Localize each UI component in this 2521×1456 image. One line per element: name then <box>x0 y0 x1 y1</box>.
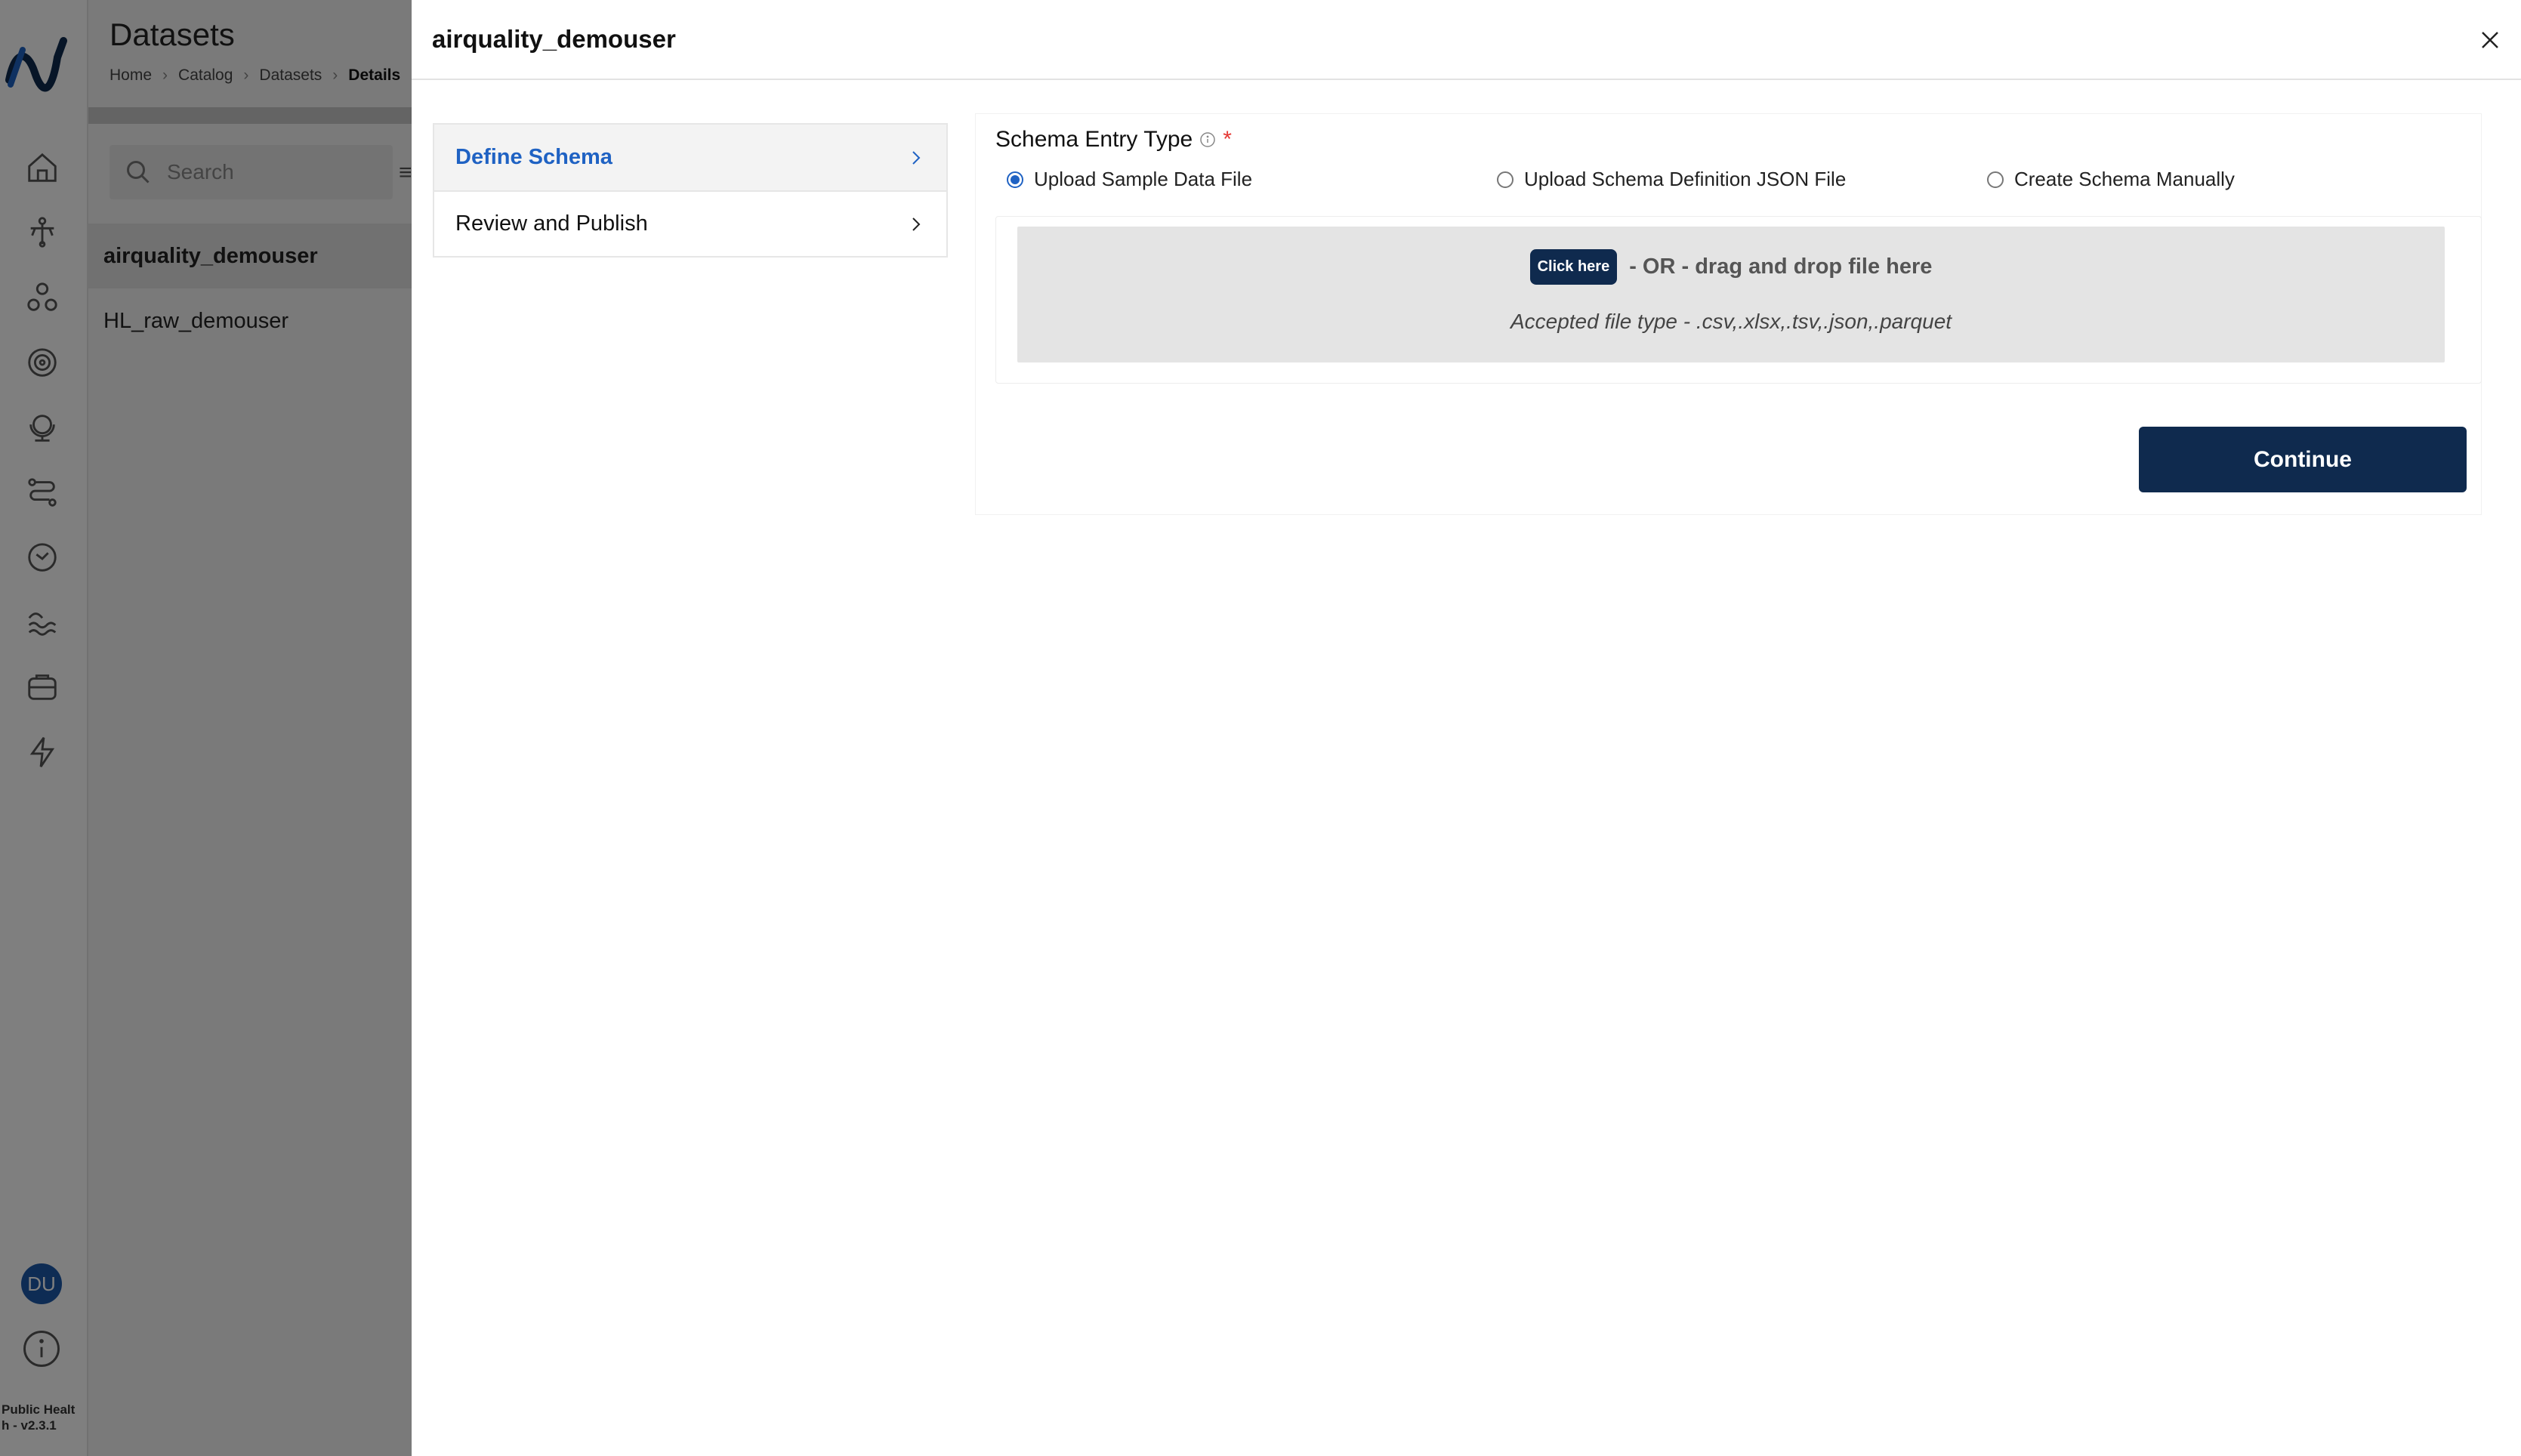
radio-upload-json[interactable]: Upload Schema Definition JSON File <box>1497 168 1846 191</box>
schema-drawer: airquality_demouser Define Schema Review… <box>412 0 2521 1456</box>
field-label-text: Schema Entry Type <box>995 127 1193 152</box>
radio-button[interactable] <box>1987 171 2004 188</box>
radio-button[interactable] <box>1497 171 1514 188</box>
close-button[interactable] <box>2473 23 2507 57</box>
chevron-right-icon <box>912 150 921 165</box>
info-icon[interactable] <box>1199 131 1217 149</box>
radio-button[interactable] <box>1007 171 1023 188</box>
close-icon <box>2482 32 2498 48</box>
step-label: Define Schema <box>455 145 613 169</box>
radio-label: Upload Sample Data File <box>1034 168 1253 190</box>
schema-entry-label: Schema Entry Type * <box>995 127 1232 153</box>
accepted-file-types: Accepted file type - .csv,.xlsx,.tsv,.js… <box>1510 310 1952 333</box>
step-label: Review and Publish <box>455 211 648 236</box>
required-mark: * <box>1223 127 1232 152</box>
chevron-right-icon <box>912 217 921 231</box>
radio-create-manually[interactable]: Create Schema Manually <box>1987 168 2235 191</box>
step-review-publish[interactable]: Review and Publish <box>434 190 946 256</box>
step-define-schema[interactable]: Define Schema <box>434 125 946 190</box>
drawer-title: airquality_demouser <box>432 25 676 53</box>
click-here-button[interactable]: Click here <box>1529 249 1618 285</box>
dropzone-prompt: Click here - OR - drag and drop file her… <box>1017 249 2445 285</box>
step-list: Define Schema Review and Publish <box>433 123 948 258</box>
radio-label: Upload Schema Definition JSON File <box>1524 168 1847 190</box>
drawer-header: airquality_demouser <box>412 0 2521 80</box>
file-dropzone[interactable]: Click here - OR - drag and drop file her… <box>1017 227 2445 362</box>
radio-label: Create Schema Manually <box>2014 168 2235 190</box>
continue-button[interactable]: Continue <box>2139 427 2467 492</box>
radio-upload-sample[interactable]: Upload Sample Data File <box>1007 168 1252 191</box>
drag-drop-text: - OR - drag and drop file here <box>1629 254 1933 279</box>
